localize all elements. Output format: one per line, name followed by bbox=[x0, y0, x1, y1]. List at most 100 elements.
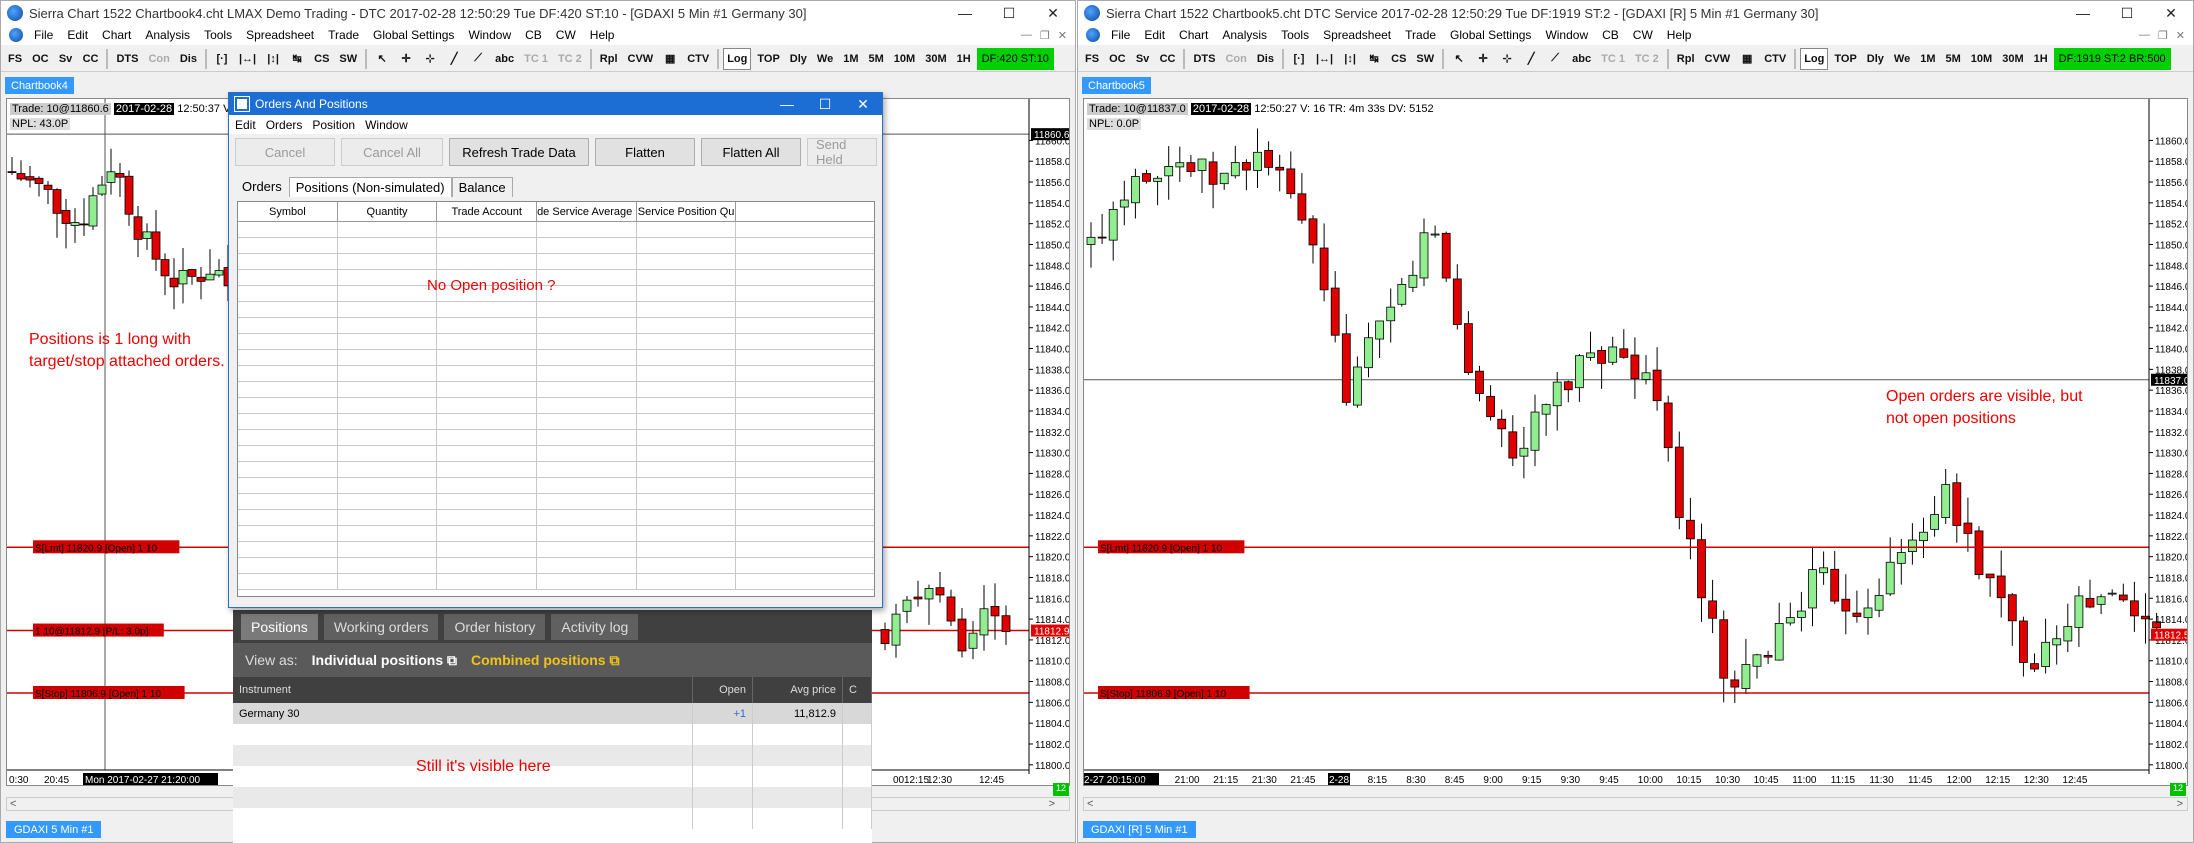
tb-tc2[interactable]: TC 2 bbox=[1631, 48, 1663, 70]
tb-fs[interactable]: FS bbox=[1081, 48, 1103, 70]
refresh-trade-data-button[interactable]: Refresh Trade Data bbox=[449, 138, 589, 166]
tb-top[interactable]: TOP bbox=[1830, 48, 1860, 70]
menu-window[interactable]: Window bbox=[461, 28, 518, 42]
tab-activity-log[interactable]: Activity log bbox=[551, 613, 639, 640]
tb-dly[interactable]: Dly bbox=[786, 48, 811, 70]
close-icon[interactable]: ✕ bbox=[2149, 1, 2193, 25]
tb-log[interactable]: Log bbox=[723, 47, 752, 70]
tb-oc[interactable]: OC bbox=[28, 48, 53, 70]
tb-sv[interactable]: Sv bbox=[55, 48, 77, 70]
grid-row[interactable] bbox=[238, 462, 874, 478]
pointer-icon[interactable]: ↖ bbox=[371, 48, 393, 70]
grid-row[interactable] bbox=[238, 510, 874, 526]
positions-grid[interactable]: Symbol Quantity Trade Account de Service… bbox=[237, 201, 875, 597]
pointer-icon[interactable]: ↖ bbox=[1448, 48, 1470, 70]
tpo-grid-icon[interactable]: ▦ bbox=[1736, 48, 1758, 70]
flatten-button[interactable]: Flatten bbox=[595, 138, 695, 166]
shift-icon[interactable]: ↹ bbox=[286, 48, 308, 70]
menu-file[interactable]: File bbox=[27, 28, 60, 42]
ray-tool-icon[interactable]: ⟋ bbox=[1544, 48, 1566, 70]
grid-row[interactable] bbox=[238, 382, 874, 398]
menu-analysis[interactable]: Analysis bbox=[138, 28, 197, 42]
menu-file[interactable]: File bbox=[1104, 28, 1137, 42]
tb-fs[interactable]: FS bbox=[4, 48, 26, 70]
tb-10m[interactable]: 10M bbox=[890, 48, 919, 70]
grid-row[interactable] bbox=[238, 558, 874, 574]
compress-icon[interactable]: |↕| bbox=[262, 48, 284, 70]
scroll-right-icon[interactable]: > bbox=[2177, 798, 2183, 810]
scroll-left-icon[interactable]: < bbox=[10, 798, 16, 810]
tb-sw[interactable]: SW bbox=[1412, 48, 1438, 70]
menu-cb[interactable]: CB bbox=[518, 28, 549, 42]
menu-analysis[interactable]: Analysis bbox=[1215, 28, 1274, 42]
mdi-restore-icon[interactable]: ❐ bbox=[2158, 29, 2168, 42]
send-held-button[interactable]: Send Held bbox=[807, 137, 877, 167]
bracket-icon[interactable]: [·] bbox=[1288, 48, 1310, 70]
grid-row[interactable] bbox=[238, 414, 874, 430]
tb-cc[interactable]: CC bbox=[79, 48, 103, 70]
dialog-menu-orders[interactable]: Orders bbox=[264, 118, 311, 132]
close-icon[interactable]: ✕ bbox=[844, 96, 882, 113]
tb-rpl[interactable]: Rpl bbox=[1673, 48, 1699, 70]
right-horizontal-scrollbar[interactable]: < > bbox=[1083, 797, 2188, 811]
tb-tc1[interactable]: TC 1 bbox=[1597, 48, 1629, 70]
tb-5m[interactable]: 5M bbox=[865, 48, 888, 70]
combined-positions-link[interactable]: Combined positions ⧉ bbox=[471, 652, 619, 669]
tb-abc[interactable]: abc bbox=[491, 48, 518, 70]
tb-cs[interactable]: CS bbox=[1387, 48, 1410, 70]
flatten-all-button[interactable]: Flatten All bbox=[701, 138, 801, 166]
expand-icon[interactable]: |↔| bbox=[235, 48, 260, 70]
cursor-icon[interactable]: ⊹ bbox=[419, 48, 441, 70]
chart-doc-icon[interactable] bbox=[1086, 28, 1100, 42]
close-icon[interactable]: ✕ bbox=[1031, 1, 1075, 25]
menu-spreadsheet[interactable]: Spreadsheet bbox=[239, 28, 321, 42]
crosshair-icon[interactable]: ✛ bbox=[1472, 48, 1494, 70]
tb-30m[interactable]: 30M bbox=[921, 48, 950, 70]
minimize-icon[interactable]: — bbox=[2061, 1, 2105, 25]
tb-1m[interactable]: 1M bbox=[839, 48, 862, 70]
minimize-icon[interactable]: — bbox=[768, 96, 806, 112]
tb-abc[interactable]: abc bbox=[1568, 48, 1595, 70]
tab-balance[interactable]: Balance bbox=[451, 177, 513, 197]
tb-log[interactable]: Log bbox=[1800, 47, 1829, 70]
tb-cvw[interactable]: CVW bbox=[624, 48, 658, 70]
dialog-menu-position[interactable]: Position bbox=[310, 118, 363, 132]
minimize-icon[interactable]: — bbox=[943, 1, 987, 25]
menu-spreadsheet[interactable]: Spreadsheet bbox=[1316, 28, 1398, 42]
menu-trade[interactable]: Trade bbox=[1398, 28, 1443, 42]
tb-we[interactable]: We bbox=[1890, 48, 1914, 70]
mdi-minimize-icon[interactable]: — bbox=[2139, 29, 2150, 42]
menu-help[interactable]: Help bbox=[1660, 28, 1699, 42]
tb-1h[interactable]: 1H bbox=[2030, 48, 2052, 70]
cursor-icon[interactable]: ⊹ bbox=[1496, 48, 1518, 70]
line-tool-icon[interactable]: ╱ bbox=[1520, 48, 1542, 70]
grid-row[interactable] bbox=[238, 254, 874, 270]
left-chart-tab[interactable]: GDAXI 5 Min #1 bbox=[6, 821, 102, 838]
grid-row[interactable] bbox=[238, 366, 874, 382]
table-row[interactable]: Germany 30 +1 11,812.9 bbox=[233, 703, 872, 724]
tb-con[interactable]: Con bbox=[1221, 48, 1250, 70]
left-title-bar[interactable]: Sierra Chart 1522 Chartbook4.cht LMAX De… bbox=[1, 1, 1075, 25]
tb-cs[interactable]: CS bbox=[310, 48, 333, 70]
expand-icon[interactable]: |↔| bbox=[1312, 48, 1337, 70]
tab-positions[interactable]: Positions bbox=[241, 613, 318, 640]
mdi-minimize-icon[interactable]: — bbox=[1021, 29, 1032, 42]
menu-edit[interactable]: Edit bbox=[1137, 28, 1172, 42]
tb-ctv[interactable]: CTV bbox=[1760, 48, 1790, 70]
scroll-left-icon[interactable]: < bbox=[1087, 798, 1093, 810]
grid-row[interactable] bbox=[238, 318, 874, 334]
mdi-close-icon[interactable]: ✕ bbox=[1058, 29, 1067, 42]
tb-con[interactable]: Con bbox=[144, 48, 173, 70]
tb-ctv[interactable]: CTV bbox=[683, 48, 713, 70]
dialog-title-bar[interactable]: Orders And Positions — ☐ ✕ bbox=[229, 93, 882, 115]
right-title-bar[interactable]: Sierra Chart 1522 Chartbook5.cht DTC Ser… bbox=[1078, 1, 2193, 25]
maximize-icon[interactable]: ☐ bbox=[806, 96, 844, 113]
tb-10m[interactable]: 10M bbox=[1967, 48, 1996, 70]
tb-30m[interactable]: 30M bbox=[1998, 48, 2027, 70]
tab-positions-non-simulated[interactable]: Positions (Non-simulated) bbox=[288, 177, 452, 197]
compress-icon[interactable]: |↕| bbox=[1339, 48, 1361, 70]
tb-sv[interactable]: Sv bbox=[1132, 48, 1154, 70]
dialog-menu-edit[interactable]: Edit bbox=[233, 118, 264, 132]
cancel-button[interactable]: Cancel bbox=[235, 138, 335, 166]
tb-5m[interactable]: 5M bbox=[1942, 48, 1965, 70]
